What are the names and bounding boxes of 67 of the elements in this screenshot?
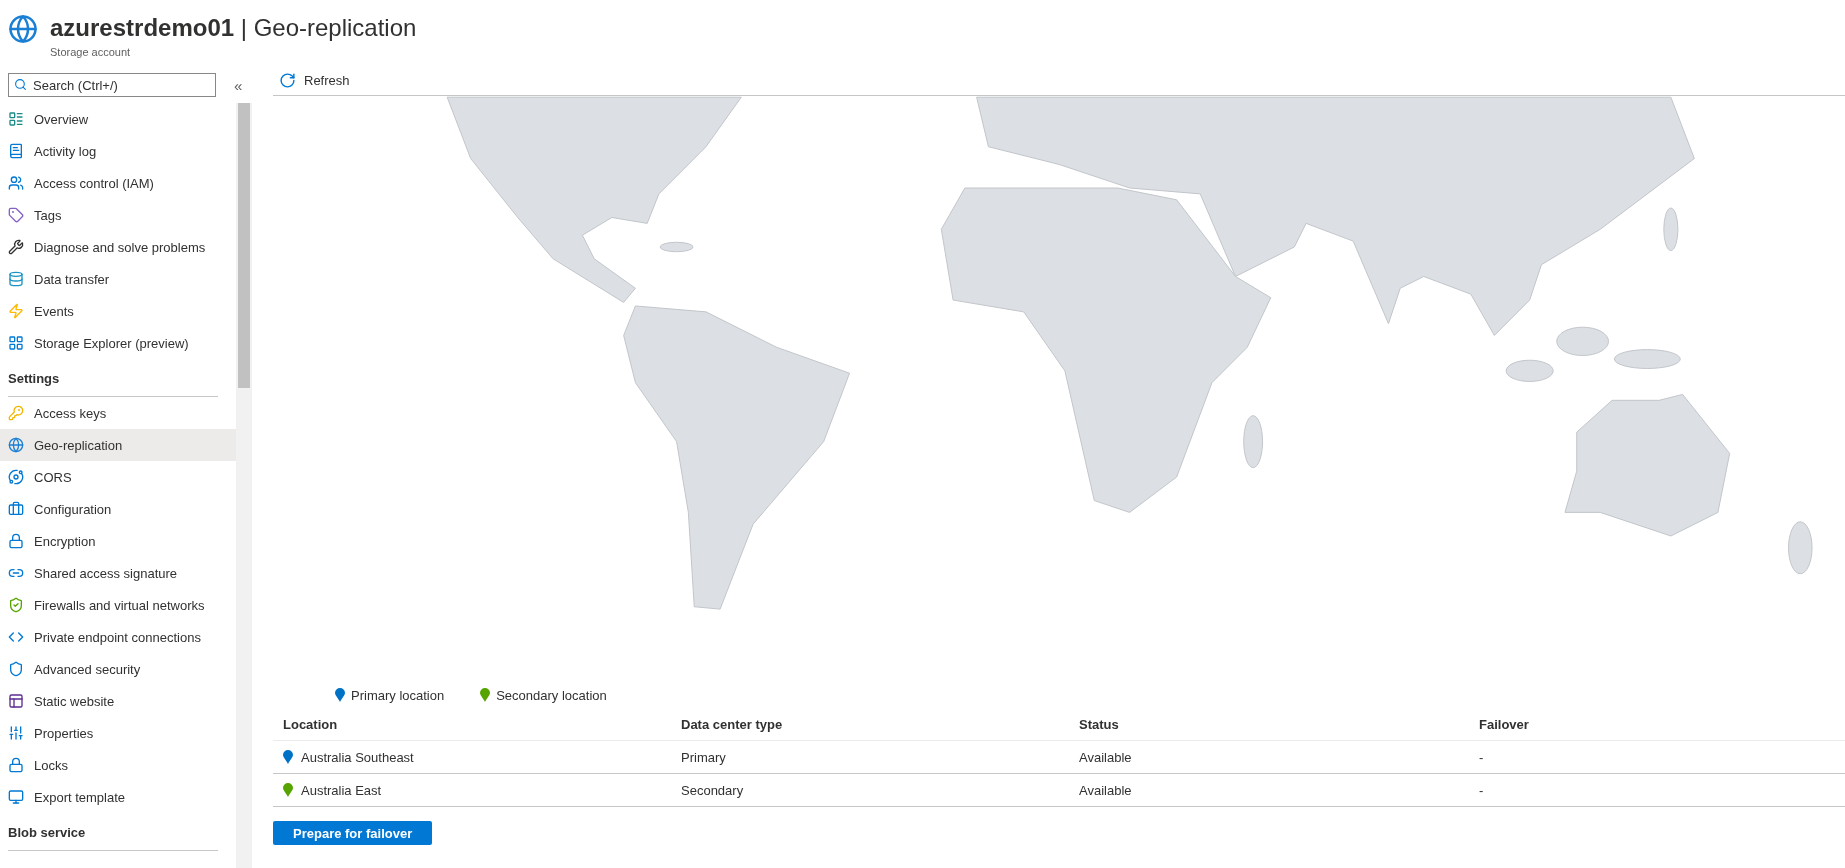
nav-item[interactable]: Locks [0, 749, 236, 781]
table-cell-text: Available [1078, 782, 1133, 798]
nav-item[interactable]: Activity log [0, 135, 236, 167]
column-header: Failover [1478, 716, 1530, 732]
nav-icon [8, 629, 24, 645]
nav-item[interactable]: Static website [0, 685, 236, 717]
refresh-icon [279, 72, 296, 89]
failover-button[interactable]: Prepare for failover [273, 821, 433, 845]
table-cell: Australia East [301, 782, 382, 798]
nav-item[interactable]: Configuration [0, 493, 236, 525]
nav-icon [8, 757, 24, 773]
legend-label: Primary location [351, 687, 445, 703]
page-title: azurestrdemo01 | Geo-replication [50, 14, 417, 42]
table-cell-text: Available [1078, 749, 1133, 765]
nav-icon [8, 271, 24, 287]
nav-icon [8, 143, 24, 159]
nav-icon [8, 597, 24, 613]
table-cell-text: Secondary [680, 782, 745, 798]
refresh-button[interactable]: Refresh [279, 72, 350, 89]
nav-item[interactable]: Export template [0, 781, 236, 813]
nav-item[interactable]: CORS [0, 461, 236, 493]
table-cell-text: - [1478, 782, 1485, 798]
nav-icon [8, 303, 24, 319]
search-icon [14, 78, 27, 91]
nav-item[interactable]: Access control (IAM) [0, 167, 236, 199]
nav-item[interactable]: Data transfer [0, 263, 236, 295]
nav-item[interactable]: Encryption [0, 525, 236, 557]
table-cell-text: - [1478, 749, 1485, 765]
nav-icon [8, 693, 24, 709]
nav-item[interactable]: Private endpoint connections [0, 621, 236, 653]
table-cell: Australia Southeast [301, 749, 414, 765]
scrollbar[interactable] [236, 103, 252, 868]
nav-icon [8, 533, 24, 549]
nav-item[interactable]: Tags [0, 199, 236, 231]
section-heading: Blob service [8, 825, 218, 851]
nav-item[interactable]: Firewalls and virtual networks [0, 589, 236, 621]
column-header: Status [1078, 716, 1120, 732]
nav-item[interactable]: Geo-replication [0, 429, 236, 461]
collapse-button[interactable]: « [230, 76, 247, 94]
nav-item[interactable]: Diagnose and solve problems [0, 231, 236, 263]
table-cell-text: Primary [680, 749, 727, 765]
column-header: Data center type [680, 716, 784, 732]
nav-icon [8, 501, 24, 517]
nav-icon [8, 111, 24, 127]
resource-type: Storage account [50, 46, 132, 58]
nav-item[interactable]: Advanced security [0, 653, 236, 685]
nav-icon [8, 661, 24, 677]
globe-icon [8, 14, 38, 44]
nav-item[interactable]: Events [0, 295, 236, 327]
nav-icon [8, 335, 24, 351]
nav-item[interactable]: Access keys [0, 397, 236, 429]
nav-icon [8, 175, 24, 191]
search-field[interactable]: Search (Ctrl+/) [8, 73, 216, 97]
nav-icon [8, 437, 24, 453]
nav-icon [8, 725, 24, 741]
nav-item[interactable]: Overview [0, 103, 236, 135]
nav-item[interactable]: Properties [0, 717, 236, 749]
nav-icon [8, 239, 24, 255]
nav-icon [8, 469, 24, 485]
nav-icon [8, 405, 24, 421]
nav-icon [8, 207, 24, 223]
nav-item[interactable]: Storage Explorer (preview) [0, 327, 236, 359]
nav-icon [8, 789, 24, 805]
nav-item[interactable]: Shared access signature [0, 557, 236, 589]
column-header: Location [282, 716, 339, 732]
legend-label: Secondary location [496, 687, 607, 703]
section-heading: Settings [8, 371, 218, 397]
